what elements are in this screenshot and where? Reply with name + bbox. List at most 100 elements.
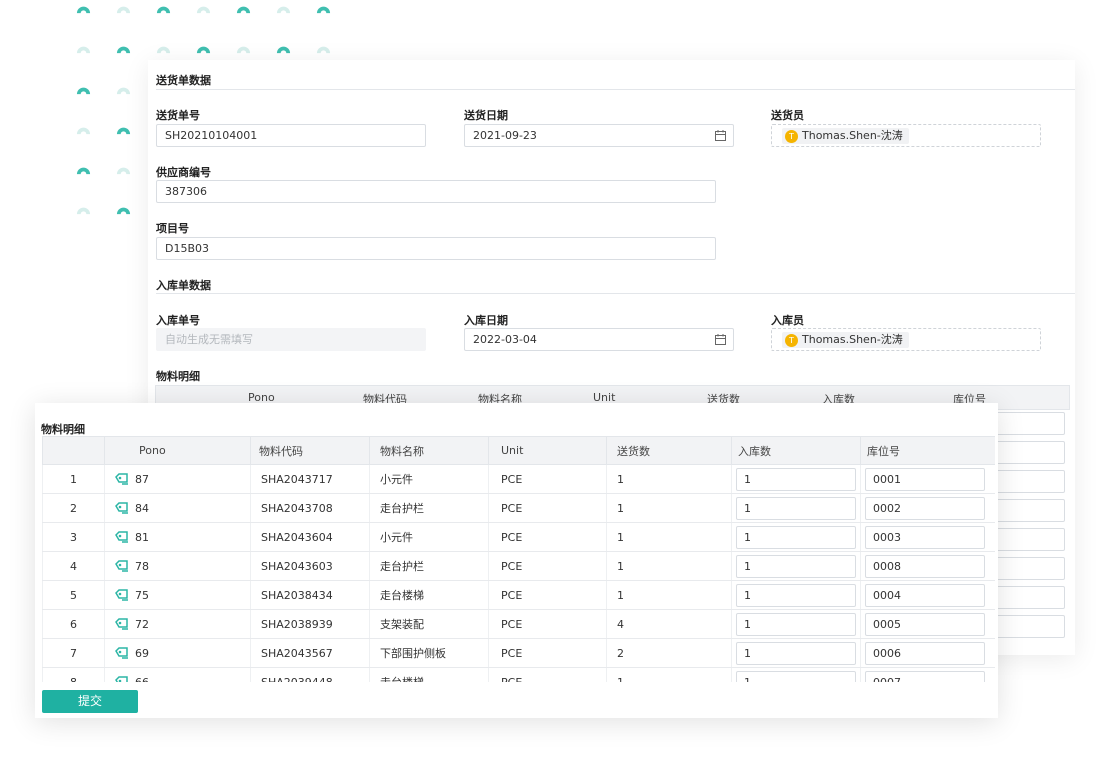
received-qty-input[interactable]: 1: [736, 641, 856, 665]
receipt-no-label: 入库单号: [156, 314, 200, 327]
unit: PCE: [488, 551, 607, 581]
pono-cell: 72: [104, 609, 251, 639]
pono-cell: 87: [104, 464, 251, 494]
col-delivered: 送货数: [606, 436, 732, 465]
back-materials-title: 物料明细: [156, 370, 200, 383]
location-cell: 0008: [860, 551, 995, 581]
received-cell: 1: [731, 667, 861, 682]
clerk-field[interactable]: T Thomas.Shen-沈涛: [771, 328, 1041, 351]
location-cell: 0007: [860, 667, 995, 682]
material-code: SHA2043604: [250, 522, 370, 552]
location-cell: 0006: [860, 638, 995, 668]
delivery-date-label: 送货日期: [464, 109, 508, 122]
courier-chip[interactable]: T Thomas.Shen-沈涛: [782, 128, 909, 144]
delivery-no-label: 送货单号: [156, 109, 200, 122]
decorative-dot: [236, 6, 251, 14]
decorative-dot: [76, 207, 91, 215]
col-material-code: 物料代码: [250, 436, 370, 465]
unit: PCE: [488, 580, 607, 610]
location-input[interactable]: 0002: [865, 496, 985, 520]
tag-icon: [115, 530, 128, 543]
received-cell: 1: [731, 580, 861, 610]
tag-icon: [115, 675, 128, 682]
received-qty-input[interactable]: 1: [736, 670, 856, 682]
decorative-dot: [116, 6, 131, 14]
pono-cell: 75: [104, 580, 251, 610]
pono-value: 75: [135, 588, 149, 602]
location-input[interactable]: 0006: [865, 641, 985, 665]
tag-icon: [115, 559, 128, 572]
materials-table-scroll[interactable]: Pono 物料代码 物料名称 Unit 送货数 入库数 库位号 1 87 SHA20…: [42, 436, 995, 682]
received-qty-input[interactable]: 1: [736, 554, 856, 578]
material-code: SHA2043567: [250, 638, 370, 668]
location-input[interactable]: 0001: [865, 467, 985, 491]
received-cell: 1: [731, 493, 861, 523]
decorative-dot: [156, 6, 171, 14]
material-code: SHA2043708: [250, 493, 370, 523]
materials-title: 物料明细: [41, 423, 85, 436]
section-divider: [156, 89, 1075, 90]
decorative-dot: [316, 6, 331, 14]
tag-icon: [115, 588, 128, 601]
receipt-date-value: 2022-03-04: [473, 333, 537, 346]
material-name: 小元件: [369, 464, 489, 494]
project-input[interactable]: D15B03: [156, 237, 716, 260]
unit: PCE: [488, 667, 607, 682]
material-name: 下部围护侧板: [369, 638, 489, 668]
delivered-qty: 1: [606, 493, 732, 523]
decorative-dot: [196, 6, 211, 14]
clerk-chip[interactable]: T Thomas.Shen-沈涛: [782, 332, 909, 348]
location-cell: 0002: [860, 493, 995, 523]
received-qty-input[interactable]: 1: [736, 467, 856, 491]
section-divider: [156, 293, 1075, 294]
submit-button[interactable]: 提交: [42, 690, 138, 713]
decorative-dot: [276, 46, 291, 54]
clerk-name: Thomas.Shen-沈涛: [802, 333, 903, 346]
delivered-qty: 1: [606, 551, 732, 581]
row-index: 8: [42, 667, 105, 682]
decorative-dot: [76, 46, 91, 54]
location-input[interactable]: 0004: [865, 583, 985, 607]
materials-table: Pono 物料代码 物料名称 Unit 送货数 入库数 库位号 1 87 SHA20…: [42, 436, 995, 682]
received-cell: 1: [731, 464, 861, 494]
row-index: 3: [42, 522, 105, 552]
location-input[interactable]: 0003: [865, 525, 985, 549]
tag-icon: [115, 617, 128, 630]
receipt-date-picker[interactable]: 2022-03-04: [464, 328, 734, 351]
row-index: 7: [42, 638, 105, 668]
pono-cell: 66: [104, 667, 251, 682]
pono-value: 84: [135, 501, 149, 515]
courier-field[interactable]: T Thomas.Shen-沈涛: [771, 124, 1041, 147]
delivery-no-input[interactable]: SH20210104001: [156, 124, 426, 147]
receipt-no-input[interactable]: 自动生成无需填写: [156, 328, 426, 351]
table-row: 1 87 SHA2043717 小元件 PCE 1 1 0001: [42, 464, 995, 494]
received-qty-input[interactable]: 1: [736, 612, 856, 636]
received-cell: 1: [731, 522, 861, 552]
col-unit: Unit: [488, 436, 607, 465]
location-input[interactable]: 0008: [865, 554, 985, 578]
delivery-date-picker[interactable]: 2021-09-23: [464, 124, 734, 147]
material-code: SHA2043603: [250, 551, 370, 581]
pono-cell: 81: [104, 522, 251, 552]
delivered-qty: 1: [606, 580, 732, 610]
decorative-dot: [156, 46, 171, 54]
table-row: 3 81 SHA2043604 小元件 PCE 1 1 0003: [42, 522, 995, 552]
decorative-dot: [116, 46, 131, 54]
courier-name: Thomas.Shen-沈涛: [802, 129, 903, 142]
material-name: 支架装配: [369, 609, 489, 639]
delivered-qty: 2: [606, 638, 732, 668]
supplier-input[interactable]: 387306: [156, 180, 716, 203]
unit: PCE: [488, 638, 607, 668]
decorative-dot: [116, 127, 131, 135]
delivered-qty: 1: [606, 667, 732, 682]
tag-icon: [115, 646, 128, 659]
received-qty-input[interactable]: 1: [736, 583, 856, 607]
received-qty-input[interactable]: 1: [736, 496, 856, 520]
decorative-dot: [116, 207, 131, 215]
row-index: 1: [42, 464, 105, 494]
received-cell: 1: [731, 609, 861, 639]
location-input[interactable]: 0005: [865, 612, 985, 636]
location-input[interactable]: 0007: [865, 670, 985, 682]
received-qty-input[interactable]: 1: [736, 525, 856, 549]
table-row: 866SHA2039448走台楼梯PCE110007: [42, 667, 995, 682]
